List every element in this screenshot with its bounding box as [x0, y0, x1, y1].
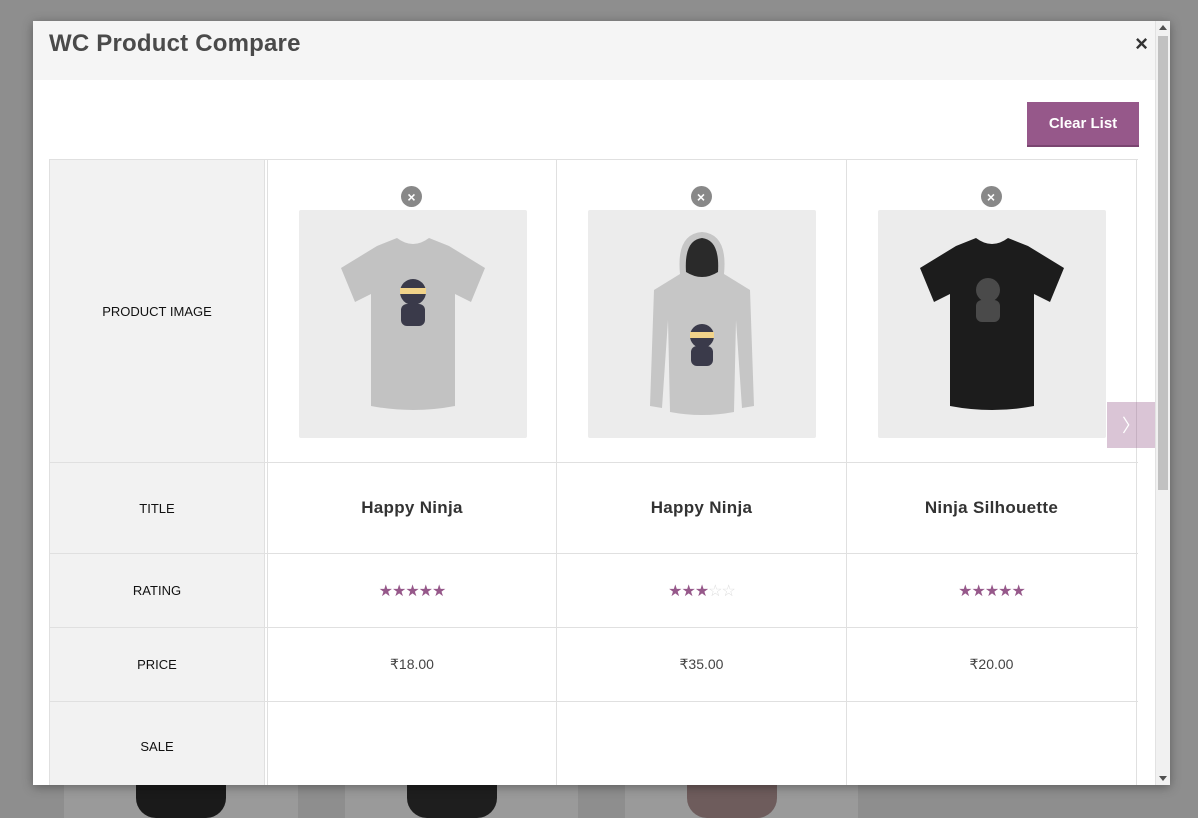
- star-filled-icon: ★: [391, 582, 406, 600]
- tshirt-image: [920, 238, 1064, 410]
- star-filled-icon: ★: [971, 582, 985, 600]
- product-price: ₹18.00: [390, 656, 434, 672]
- row-label: Product Image: [49, 160, 265, 462]
- product-title-cell: Happy Ninja: [267, 463, 557, 553]
- star-filled-icon: ★: [958, 582, 972, 600]
- price-cell: ₹35.00: [557, 628, 847, 701]
- product-title-cell: Happy Ninja: [557, 463, 847, 553]
- star-filled-icon: ★: [418, 582, 433, 600]
- scroll-up-icon[interactable]: [1159, 25, 1167, 30]
- product-price: ₹20.00: [969, 656, 1014, 672]
- compare-modal: WC Product Compare × Clear List Product …: [33, 21, 1170, 785]
- star-filled-icon: ★: [681, 582, 695, 600]
- star-rating: ★★★★★: [378, 581, 447, 601]
- background-product: [625, 785, 858, 818]
- row-label: Rating: [49, 554, 265, 627]
- background-product: [64, 785, 298, 818]
- tshirt-image: [341, 238, 485, 410]
- star-rating: ★★★★★: [958, 581, 1026, 601]
- row-price: Price ₹18.00 ₹35.00 ₹20.00: [49, 628, 1138, 702]
- row-sale: Sale: [49, 702, 1138, 785]
- rating-cell: ★★★☆☆: [557, 554, 847, 627]
- compare-table: Product Image × ×: [49, 159, 1155, 785]
- star-filled-icon: ★: [668, 582, 682, 600]
- price-cell: ₹20.00: [847, 628, 1137, 701]
- product-cell: ×: [557, 160, 847, 462]
- product-image[interactable]: [299, 210, 527, 438]
- product-image[interactable]: [588, 210, 816, 438]
- product-title-cell: Ninja Silhouette: [847, 463, 1137, 553]
- sale-cell: [267, 702, 557, 785]
- remove-product-icon[interactable]: ×: [690, 186, 712, 207]
- remove-product-icon[interactable]: ×: [980, 186, 1002, 207]
- product-price: ₹35.00: [679, 656, 724, 672]
- row-product-image: Product Image × ×: [49, 159, 1155, 463]
- row-label: Price: [49, 628, 265, 701]
- close-button[interactable]: ×: [1135, 33, 1148, 55]
- product-title[interactable]: Happy Ninja: [651, 498, 753, 518]
- rating-cell: ★★★★★: [267, 554, 557, 627]
- star-filled-icon: ★: [694, 582, 709, 600]
- modal-header: WC Product Compare ×: [33, 21, 1170, 80]
- sale-cell: [847, 702, 1137, 785]
- product-title[interactable]: Ninja Silhouette: [925, 498, 1058, 518]
- star-filled-icon: ★: [998, 582, 1012, 600]
- product-cell: ×: [267, 160, 557, 462]
- hoodie-image: [650, 232, 754, 415]
- sale-cell: [557, 702, 847, 785]
- vertical-scrollbar[interactable]: [1155, 21, 1170, 785]
- row-label: Sale: [49, 702, 265, 785]
- row-title: Title Happy Ninja Happy Ninja Ninja Silh…: [49, 463, 1138, 554]
- star-filled-icon: ★: [378, 582, 393, 600]
- star-empty-icon: ☆: [708, 582, 722, 600]
- row-rating: Rating ★★★★★ ★★★☆☆ ★★★★★: [49, 554, 1138, 628]
- clear-list-button[interactable]: Clear List: [1027, 102, 1139, 147]
- star-filled-icon: ★: [405, 582, 419, 600]
- next-products-button[interactable]: 〉: [1107, 402, 1155, 448]
- row-label: Title: [49, 463, 265, 553]
- rating-cell: ★★★★★: [847, 554, 1137, 627]
- scrollbar-thumb[interactable]: [1158, 36, 1168, 490]
- background-product: [345, 785, 578, 818]
- star-rating: ★★★☆☆: [668, 581, 736, 601]
- price-cell: ₹18.00: [267, 628, 557, 701]
- scroll-down-icon[interactable]: [1159, 776, 1167, 781]
- star-empty-icon: ☆: [721, 582, 736, 600]
- star-filled-icon: ★: [984, 582, 999, 600]
- product-cell: ×: [847, 160, 1137, 462]
- modal-title: WC Product Compare: [49, 30, 301, 57]
- remove-product-icon[interactable]: ×: [401, 186, 422, 207]
- star-filled-icon: ★: [432, 582, 446, 600]
- star-filled-icon: ★: [1011, 582, 1026, 600]
- product-title[interactable]: Happy Ninja: [361, 498, 463, 518]
- product-image[interactable]: [878, 210, 1106, 438]
